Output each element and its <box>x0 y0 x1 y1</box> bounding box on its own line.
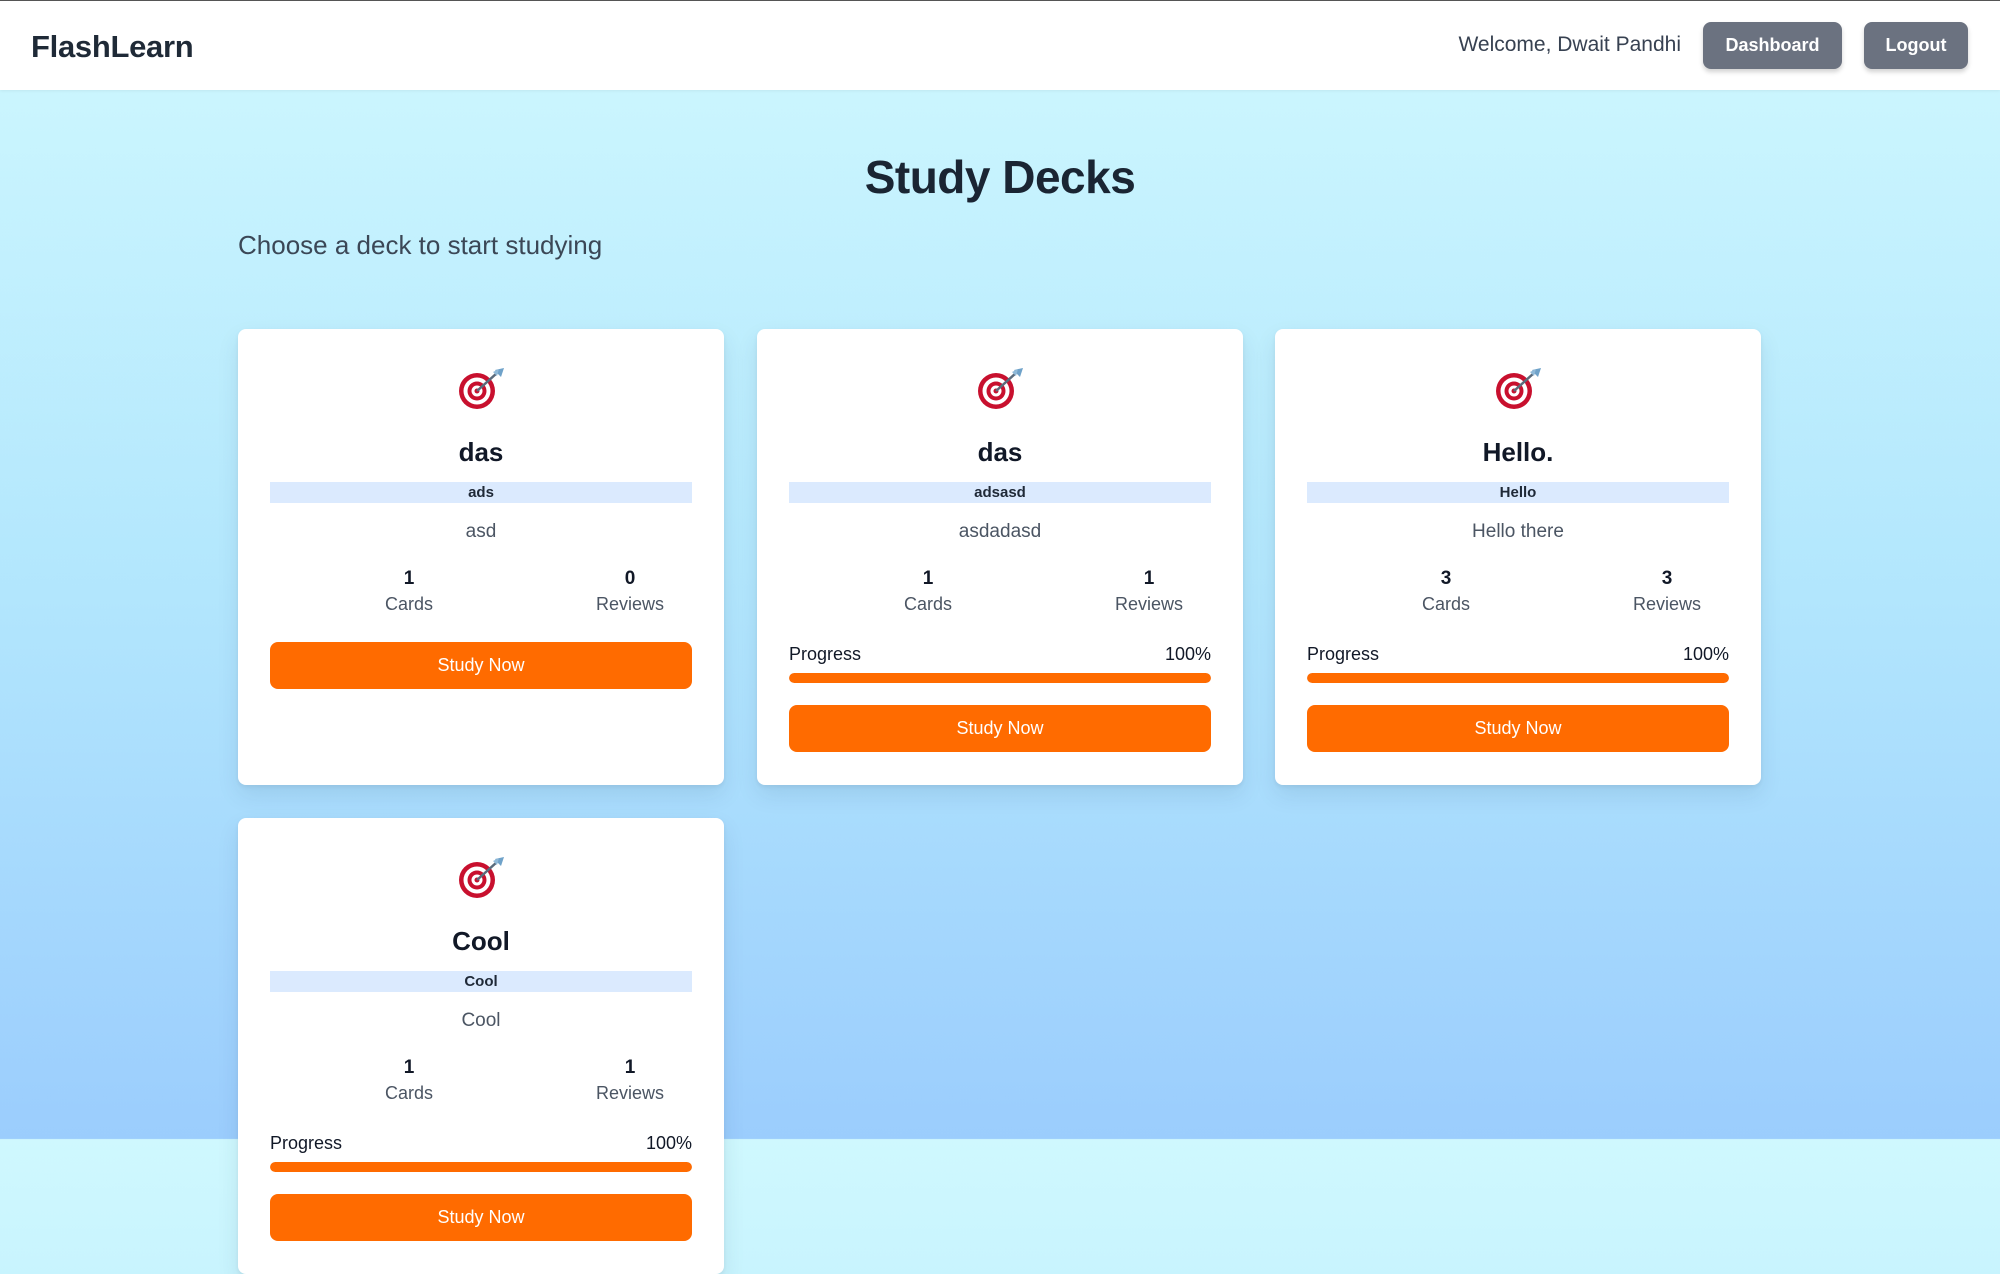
cards-stat: 3 Cards <box>1376 567 1516 617</box>
deck-description: Cool <box>461 1010 501 1031</box>
target-dart-icon <box>238 367 724 411</box>
brand-logo[interactable]: FlashLearn <box>31 29 194 65</box>
progress-bar <box>270 1162 692 1172</box>
deck-card: Hello. Hello Hello there 3 Cards 3 Revie… <box>1275 329 1761 785</box>
deck-card: das adsasd asdadasd 1 Cards 1 Reviews Pr… <box>757 329 1243 785</box>
target-dart-icon <box>757 367 1243 411</box>
study-now-button[interactable]: Study Now <box>270 642 692 689</box>
progress-bar <box>789 673 1211 683</box>
reviews-label: Reviews <box>595 1083 665 1103</box>
deck-tag: ads <box>270 482 692 503</box>
cards-count: 1 <box>922 568 934 589</box>
cards-count: 1 <box>403 568 415 589</box>
progress-label: Progress <box>270 1133 343 1153</box>
deck-tag: Cool <box>270 971 692 992</box>
cards-stat: 1 Cards <box>339 1056 479 1106</box>
reviews-label: Reviews <box>1114 594 1184 614</box>
welcome-text: Welcome, Dwait Pandhi <box>1458 33 1681 56</box>
deck-description: asdadasd <box>958 521 1042 542</box>
reviews-count: 1 <box>1143 568 1155 589</box>
deck-title: das <box>458 437 504 467</box>
reviews-label: Reviews <box>595 594 665 614</box>
cards-label: Cards <box>384 1083 433 1103</box>
progress-bar <box>1307 673 1729 683</box>
cards-count: 3 <box>1440 568 1452 589</box>
reviews-count: 0 <box>624 568 636 589</box>
page-title: Study Decks <box>864 151 1136 203</box>
reviews-count: 1 <box>624 1057 636 1078</box>
dashboard-button[interactable]: Dashboard <box>1703 22 1842 69</box>
progress-percent: 100% <box>645 1133 692 1153</box>
deck-description: asd <box>465 521 497 542</box>
page-subtitle: Choose a deck to start studying <box>238 230 603 260</box>
deck-title: Cool <box>452 926 510 956</box>
cards-stat: 1 Cards <box>858 567 998 617</box>
deck-title: das <box>977 437 1023 467</box>
progress-percent: 100% <box>1682 644 1729 664</box>
reviews-stat: 0 Reviews <box>560 567 700 617</box>
reviews-label: Reviews <box>1632 594 1702 614</box>
deck-card: das ads asd 1 Cards 0 Reviews Study Now <box>238 329 724 785</box>
progress-label: Progress <box>789 644 862 664</box>
progress-bar-fill <box>789 673 1211 683</box>
cards-stat: 1 Cards <box>339 567 479 617</box>
deck-tag: adsasd <box>789 482 1211 503</box>
logout-button[interactable]: Logout <box>1864 22 1968 69</box>
deck-card: Cool Cool Cool 1 Cards 1 Reviews Progres… <box>238 818 724 1274</box>
reviews-stat: 1 Reviews <box>560 1056 700 1106</box>
study-now-button[interactable]: Study Now <box>270 1194 692 1241</box>
cards-label: Cards <box>384 594 433 614</box>
deck-tag: Hello <box>1307 482 1729 503</box>
target-dart-icon <box>1275 367 1761 411</box>
study-now-button[interactable]: Study Now <box>1307 705 1729 752</box>
progress-bar-fill <box>270 1162 692 1172</box>
cards-label: Cards <box>903 594 952 614</box>
progress-bar-fill <box>1307 673 1729 683</box>
progress-percent: 100% <box>1164 644 1211 664</box>
deck-description: Hello there <box>1472 521 1564 542</box>
progress-label: Progress <box>1307 644 1380 664</box>
cards-label: Cards <box>1421 594 1470 614</box>
cards-count: 1 <box>403 1057 415 1078</box>
target-dart-icon <box>238 856 724 900</box>
study-now-button[interactable]: Study Now <box>789 705 1211 752</box>
top-navbar: FlashLearn Welcome, Dwait Pandhi Dashboa… <box>0 0 2000 90</box>
reviews-count: 3 <box>1661 568 1673 589</box>
deck-title: Hello. <box>1482 437 1554 467</box>
reviews-stat: 1 Reviews <box>1079 567 1219 617</box>
reviews-stat: 3 Reviews <box>1597 567 1737 617</box>
